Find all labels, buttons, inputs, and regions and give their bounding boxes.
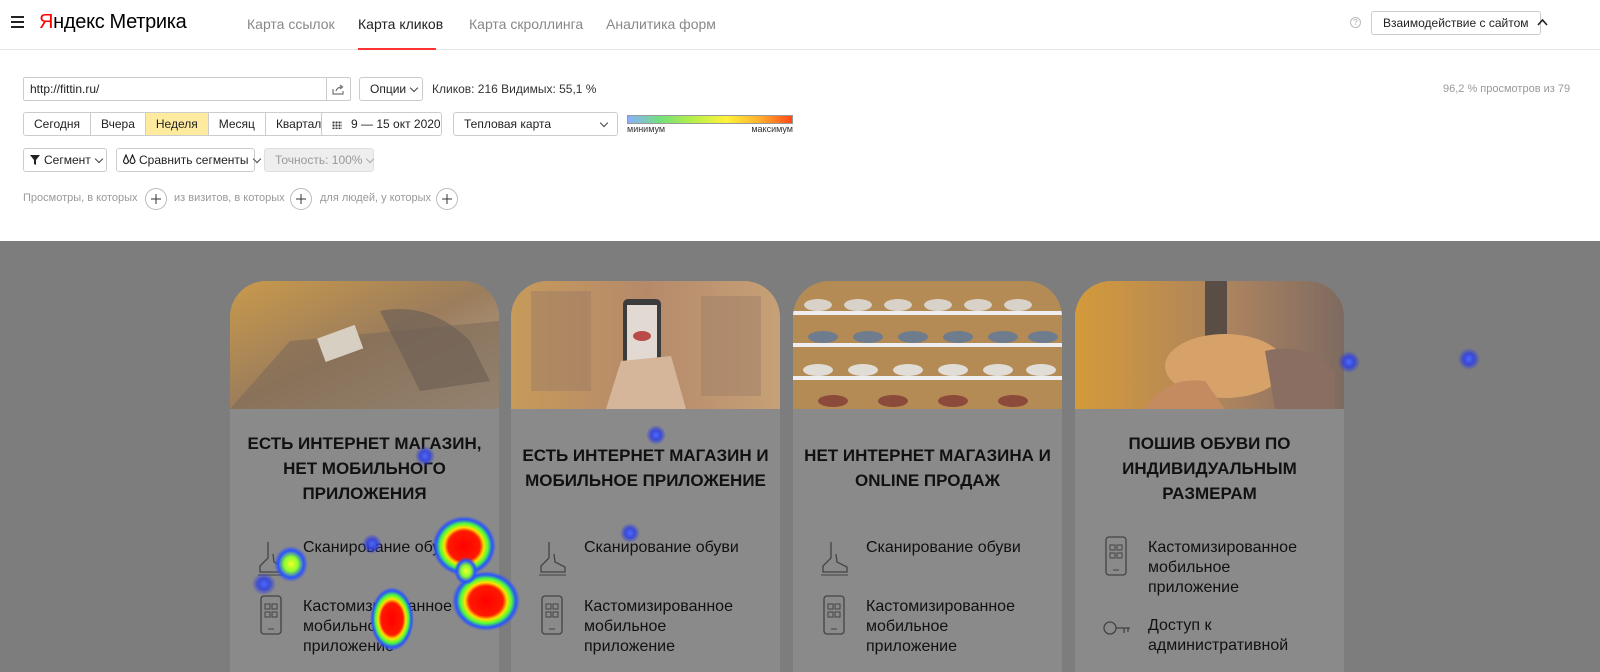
tab-link-map[interactable]: Карта ссылок <box>247 16 335 32</box>
controls-panel: http://fittin.ru/ Опции Кликов: 216 Види… <box>0 51 1600 241</box>
legend-max-label: максимум <box>751 124 793 134</box>
map-type-select[interactable]: Тепловая карта <box>453 112 618 136</box>
top-header: Яндекс Метрика Карта ссылок Карта кликов … <box>0 0 1600 50</box>
tariff-card[interactable]: ПОШИВ ОБУВИ ПО ИНДИВИДУАЛЬНЫМ РАЗМЕРАМ К… <box>1075 281 1344 672</box>
chevron-down-icon <box>366 154 375 164</box>
add-views-filter-icon[interactable] <box>145 188 167 210</box>
chevron-down-icon <box>599 118 609 128</box>
tab-click-map[interactable]: Карта кликов <box>358 16 443 32</box>
card-title: НЕТ ИНТЕРНЕТ МАГАЗИНА И ONLINE ПРОДАЖ <box>804 446 1051 490</box>
filter-people-label: для людей, у которых <box>320 192 431 204</box>
shoe-scan-icon <box>258 542 285 576</box>
period-selector: Сегодня Вчера Неделя Месяц Квартал <box>23 112 333 136</box>
menu-icon[interactable] <box>11 16 24 28</box>
compare-icon <box>122 153 136 165</box>
filter-visits-label: из визитов, в которых <box>174 192 285 204</box>
card-title: ЕСТЬ ИНТЕРНЕТ МАГАЗИН И МОБИЛЬНОЕ ПРИЛОЖ… <box>522 446 769 490</box>
mobile-app-icon <box>260 595 282 635</box>
tab-scroll-map[interactable]: Карта скроллинга <box>469 16 583 32</box>
accuracy-dropdown[interactable]: Точность: 100% <box>264 148 375 172</box>
options-dropdown[interactable]: Опции <box>359 77 423 101</box>
yandex-metrika-logo[interactable]: Яндекс Метрика <box>39 11 187 34</box>
card-photo-laptop <box>230 281 499 409</box>
mobile-app-icon <box>541 595 563 635</box>
chevron-down-icon <box>252 154 261 164</box>
tariff-card[interactable]: НЕТ ИНТЕРНЕТ МАГАЗИНА И ONLINE ПРОДАЖ Ск… <box>793 281 1062 672</box>
period-week[interactable]: Неделя <box>145 113 209 135</box>
url-value: http://fittin.ru/ <box>30 82 100 96</box>
clicks-stats: Кликов: 216 Видимых: 55,1 % <box>432 82 597 96</box>
period-yesterday[interactable]: Вчера <box>91 113 146 135</box>
shoe-scan-icon <box>539 542 566 576</box>
share-icon[interactable] <box>326 78 350 100</box>
shoe-scan-icon <box>821 542 848 576</box>
date-range-picker[interactable]: 9 — 15 окт 2020 <box>321 112 442 136</box>
url-input[interactable]: http://fittin.ru/ <box>23 77 351 101</box>
legend-min-label: минимум <box>627 124 666 134</box>
card-photo-phone-shop <box>511 281 780 409</box>
card-title: ЕСТЬ ИНТЕРНЕТ МАГАЗИН, НЕТ МОБИЛЬНОГО ПР… <box>247 434 482 503</box>
card-title: ПОШИВ ОБУВИ ПО ИНДИВИДУАЛЬНЫМ РАЗМЕРАМ <box>1122 434 1297 503</box>
chevron-down-icon <box>94 154 104 164</box>
views-percentage: 96,2 % просмотров из 79 <box>1443 83 1571 95</box>
calendar-icon <box>332 120 342 129</box>
mobile-app-icon <box>823 595 845 635</box>
help-icon[interactable]: ? <box>1350 17 1361 28</box>
filter-icon <box>30 155 40 165</box>
period-month[interactable]: Месяц <box>208 113 266 135</box>
mobile-app-icon <box>1105 536 1127 576</box>
legend-gradient <box>627 115 793 124</box>
period-today[interactable]: Сегодня <box>24 113 91 135</box>
site-interaction-button[interactable]: Взаимодействие с сайтом <box>1371 11 1541 35</box>
tariff-card[interactable]: ЕСТЬ ИНТЕРНЕТ МАГАЗИН И МОБИЛЬНОЕ ПРИЛОЖ… <box>511 281 780 672</box>
admin-key-icon <box>1103 621 1130 635</box>
heatmap-preview[interactable]: ЕСТЬ ИНТЕРНЕТ МАГАЗИН, НЕТ МОБИЛЬНОГО ПР… <box>0 241 1600 672</box>
tariff-card[interactable]: ЕСТЬ ИНТЕРНЕТ МАГАЗИН, НЕТ МОБИЛЬНОГО ПР… <box>230 281 499 672</box>
card-photo-shoe-shelves <box>793 281 1062 409</box>
chevron-up-icon[interactable] <box>1537 17 1548 28</box>
active-tab-indicator <box>358 48 436 50</box>
compare-segments-button[interactable]: Сравнить сегменты <box>116 148 261 172</box>
filter-views-label: Просмотры, в которых <box>23 192 138 204</box>
heatmap-legend: минимум максимум <box>627 115 793 134</box>
segment-button[interactable]: Сегмент <box>23 148 107 172</box>
add-people-filter-icon[interactable] <box>436 188 458 210</box>
add-visits-filter-icon[interactable] <box>290 188 312 210</box>
chevron-down-icon <box>409 83 419 93</box>
card-photo-sewing-shoe <box>1075 281 1344 409</box>
tab-form-analytics[interactable]: Аналитика форм <box>606 16 716 32</box>
